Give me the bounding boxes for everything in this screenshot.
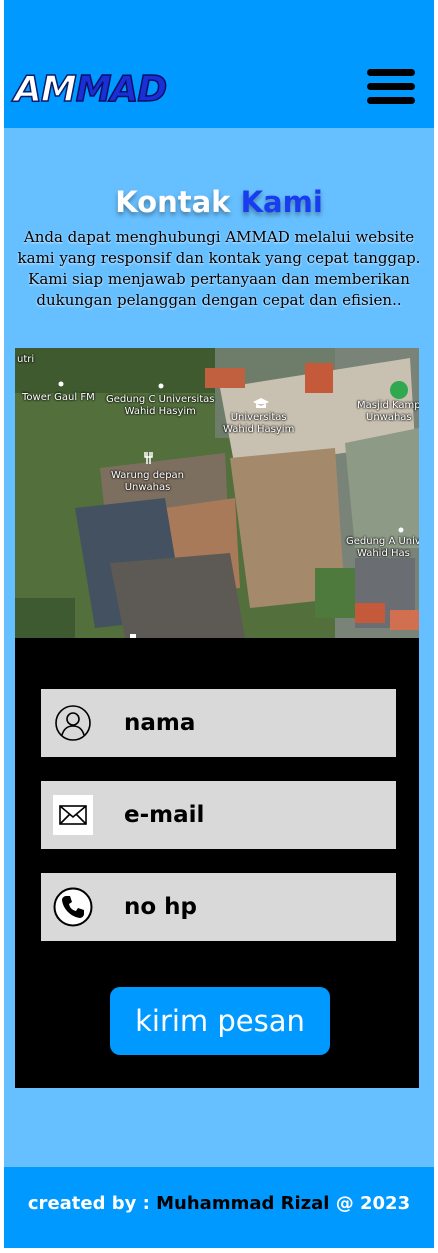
logo-part-am: AM: [13, 68, 77, 111]
site-footer: created by : Muhammad Rizal @ 2023: [4, 1167, 434, 1248]
logo-part-mad: MAD: [75, 68, 168, 111]
footer-author: Muhammad Rizal: [156, 1193, 330, 1214]
contact-form: nama e-mail no hp kirim pesan: [15, 638, 419, 1088]
map-markers: [58, 381, 408, 638]
email-field-label: e-mail: [124, 802, 205, 828]
page-frame: AMMAD Kontak Kami Anda dapat menghubungi…: [4, 0, 434, 1248]
email-field[interactable]: e-mail: [41, 781, 396, 849]
map-marker-dot[interactable]: [398, 527, 404, 533]
contact-description: Anda dapat menghubungi AMMAD melalui web…: [17, 228, 421, 309]
footer-year: @ 2023: [335, 1193, 411, 1214]
ammad-logo[interactable]: AMMAD: [13, 68, 168, 112]
name-field[interactable]: nama: [41, 689, 396, 757]
restaurant-marker-icon[interactable]: [144, 452, 153, 464]
hamburger-menu-icon[interactable]: [364, 67, 418, 107]
footer-created-by: created by :: [27, 1193, 150, 1214]
menu-bar-middle: [367, 83, 415, 90]
phone-icon: [53, 887, 93, 927]
university-marker-icon[interactable]: [253, 398, 269, 408]
mosque-marker-icon[interactable]: [390, 381, 408, 399]
site-header: AMMAD: [4, 0, 434, 128]
user-icon: [53, 703, 93, 743]
contact-title: Kontak Kami: [4, 180, 434, 224]
menu-bar-top: [367, 69, 415, 76]
menu-bar-bottom: [367, 97, 415, 104]
location-map[interactable]: utri Tower Gaul FM Gedung C Universitas …: [15, 348, 419, 638]
map-marker-dot[interactable]: [58, 381, 64, 387]
envelope-icon: [53, 795, 93, 835]
name-field-label: nama: [124, 710, 196, 736]
phone-field[interactable]: no hp: [41, 873, 396, 941]
contact-title-part2: Kami: [240, 185, 323, 219]
map-marker-dot[interactable]: [158, 383, 164, 389]
contact-title-part1: Kontak: [115, 185, 231, 219]
phone-field-label: no hp: [124, 894, 198, 920]
send-message-button[interactable]: kirim pesan: [110, 987, 330, 1055]
